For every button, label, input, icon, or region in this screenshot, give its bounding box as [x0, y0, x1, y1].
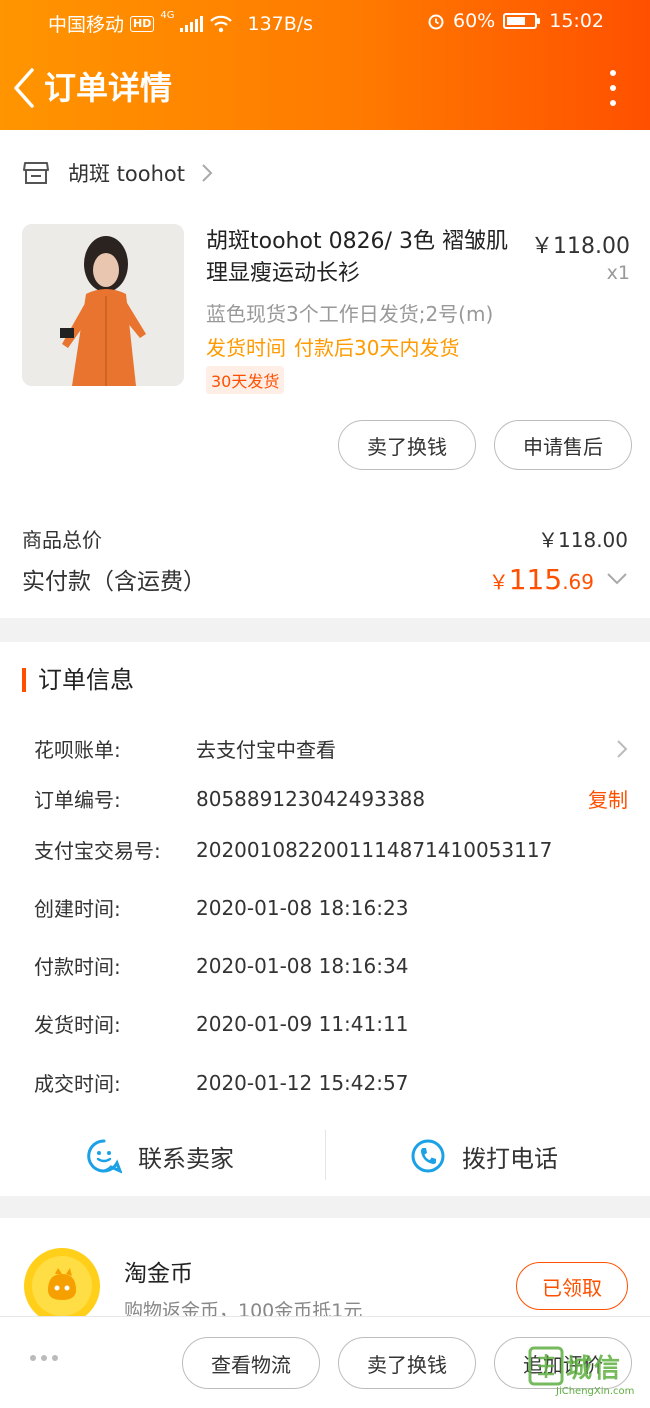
info-label: 订单编号: [34, 788, 121, 812]
info-value: 去支付宝中查看 [196, 738, 336, 762]
paid-amount: ￥ 115.69 [489, 563, 594, 596]
order-info-title: 订单信息 [22, 668, 134, 692]
watermark-text: 城信 [566, 1354, 623, 1384]
paid-row[interactable]: 实付款（含运费） ￥ 115.69 [22, 562, 628, 596]
info-value: 805889123042493388 [196, 786, 426, 811]
gold-coin-icon [24, 1248, 100, 1324]
paid-currency: ￥ [488, 569, 509, 594]
info-value: 2020-01-08 18:16:23 [196, 895, 409, 920]
copy-button[interactable]: 复制 [588, 784, 628, 813]
bottom-action-bar: 查看物流 卖了换钱 追加评价 城信 JiChengXin.com [0, 1316, 650, 1408]
carrier-name: 中国移动 [48, 14, 125, 36]
info-row-shipped: 发货时间: 2020-01-09 11:41:11 [34, 1009, 628, 1038]
chevron-right-icon [202, 164, 213, 182]
page-title: 订单详情 [44, 69, 173, 107]
call-phone-label: 拨打电话 [462, 1144, 558, 1173]
info-label: 创建时间: [34, 897, 121, 921]
battery-percent: 60% [453, 10, 496, 32]
more-horizontal-icon[interactable] [30, 1355, 58, 1361]
contact-seller-button[interactable]: 联系卖家 [86, 1126, 234, 1186]
product-image[interactable] [22, 224, 184, 386]
info-row-huabei[interactable]: 花呗账单: 去支付宝中查看 [34, 734, 628, 763]
paid-label: 实付款（含运费） [22, 569, 206, 595]
info-value: 2020-01-08 18:16:34 [196, 953, 409, 978]
paid-decimal: .69 [562, 569, 594, 594]
contact-seller-label: 联系卖家 [138, 1144, 234, 1173]
goods-total-row: 商品总价 ￥118.00 [22, 524, 628, 553]
alarm-icon [428, 14, 444, 30]
wifi-icon [210, 15, 233, 32]
app-header: 中国移动 HD 4G 137B/s 60% 15:02 订单详情 [0, 0, 650, 130]
info-label: 付款时间: [34, 955, 121, 979]
info-row-alipay-no: 支付宝交易号: 2020010822001114871410053117 [34, 835, 628, 864]
call-phone-button[interactable]: 拨打电话 [410, 1126, 558, 1186]
goods-total-value: ￥118.00 [538, 528, 628, 552]
sell-button[interactable]: 卖了换钱 [338, 420, 476, 470]
paid-integer: 115 [508, 562, 563, 596]
info-row-completed: 成交时间: 2020-01-12 15:42:57 [34, 1068, 628, 1097]
hd-badge: HD [130, 15, 155, 32]
info-label: 成交时间: [34, 1072, 121, 1096]
product-quantity: x1 [606, 262, 630, 284]
info-value: 2020-01-12 15:42:57 [196, 1070, 409, 1095]
order-info-section: 订单信息 花呗账单: 去支付宝中查看 订单编号: 805889123042493… [0, 642, 650, 1196]
watermark-logo-icon [528, 1346, 564, 1386]
watermark-url: JiChengXin.com [556, 1386, 635, 1397]
contact-bar: 联系卖家 拨打电话 [0, 1126, 650, 1186]
info-value: 2020010822001114871410053117 [196, 837, 553, 862]
sell-again-button[interactable]: 卖了换钱 [338, 1337, 476, 1389]
back-button[interactable] [10, 66, 38, 110]
ship-time-line: 发货时间 付款后30天内发货 [206, 332, 459, 361]
goods-total-label: 商品总价 [22, 528, 102, 552]
info-label: 花呗账单: [34, 738, 121, 762]
info-label: 发货时间: [34, 1013, 121, 1037]
chevron-down-icon[interactable] [606, 572, 628, 586]
store-icon [23, 162, 49, 184]
view-logistics-button[interactable]: 查看物流 [182, 1337, 320, 1389]
product-price: ￥118.00 [531, 234, 630, 259]
battery-icon [503, 13, 541, 29]
after-sale-button[interactable]: 申请售后 [494, 420, 632, 470]
info-row-created: 创建时间: 2020-01-08 18:16:23 [34, 893, 628, 922]
shop-name: 胡斑 toohot [68, 162, 185, 186]
info-row-paid: 付款时间: 2020-01-08 18:16:34 [34, 951, 628, 980]
product-title[interactable]: 胡斑toohot 0826/ 3色 褶皱肌理显瘦运动长衫 [206, 226, 514, 290]
more-vertical-icon[interactable] [606, 70, 620, 106]
nav-bar: 订单详情 [0, 58, 650, 118]
coin-title: 淘金币 [124, 1261, 193, 1287]
product-spec: 蓝色现货3个工作日发货;2号(m) [206, 302, 494, 326]
ship-time-label: 发货时间 [206, 336, 286, 360]
network-speed: 137B/s [247, 12, 314, 35]
chevron-right-icon [617, 739, 628, 758]
status-bar: 中国移动 HD 4G 137B/s 60% 15:02 [0, 10, 650, 36]
clock: 15:02 [549, 10, 604, 32]
shop-link[interactable]: 胡斑 toohot [22, 158, 213, 188]
ship-time-value: 付款后30天内发货 [294, 336, 460, 360]
info-row-order-no: 订单编号: 805889123042493388 复制 [34, 784, 628, 813]
info-label: 支付宝交易号: [34, 839, 161, 863]
coin-claimed-button[interactable]: 已领取 [516, 1262, 628, 1310]
ship-badge: 30天发货 [206, 366, 285, 394]
network-type: 4G [160, 10, 175, 21]
chat-bubble-icon [87, 1139, 122, 1174]
contact-divider [325, 1130, 326, 1180]
chevron-left-icon [14, 68, 34, 108]
site-watermark: 城信 JiChengXin.com [526, 1342, 644, 1406]
taojinbi-section: 淘金币 购物返金币，100金币抵1元 已领取 [0, 1218, 650, 1328]
info-value: 2020-01-09 11:41:11 [196, 1011, 409, 1036]
phone-icon [411, 1139, 445, 1173]
order-card: 胡斑 toohot 胡斑toohot 0826/ 3色 褶皱肌理显瘦运动长衫 ￥… [0, 130, 650, 618]
signal-icon [180, 15, 204, 32]
